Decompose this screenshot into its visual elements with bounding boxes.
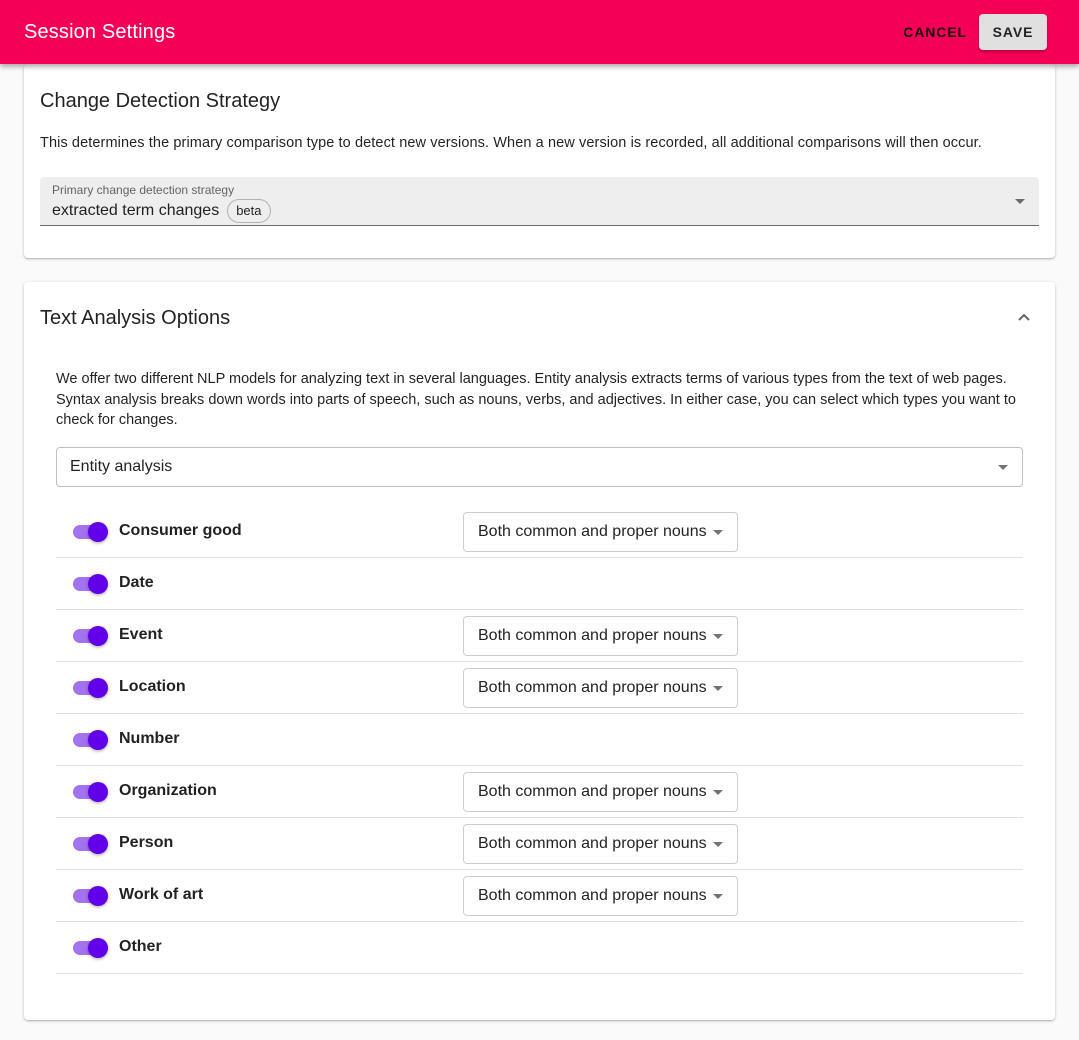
chevron-up-icon[interactable] [1017, 310, 1031, 324]
noun-type-value: Both common and proper nouns [478, 783, 707, 800]
entity-toggle[interactable] [72, 571, 112, 597]
toggle-thumb [88, 522, 108, 542]
entity-row: Person Both common and proper nouns [56, 818, 1023, 870]
entity-row: Organization Both common and proper nouns [56, 766, 1023, 818]
dropdown-arrow-icon [713, 634, 723, 639]
entity-row: Location Both common and proper nouns [56, 662, 1023, 714]
entity-row: Number [56, 714, 1023, 766]
entity-label: Date [119, 574, 154, 591]
dropdown-arrow-icon [713, 530, 723, 535]
noun-type-select[interactable]: Both common and proper nouns [463, 512, 738, 552]
entity-row: Consumer good Both common and proper noun… [56, 506, 1023, 558]
toggle-thumb [88, 834, 108, 854]
dropdown-arrow-icon [713, 790, 723, 795]
dropdown-arrow-icon [713, 686, 723, 691]
entity-row: Date [56, 558, 1023, 610]
beta-badge: beta [227, 199, 271, 223]
noun-type-value: Both common and proper nouns [478, 523, 707, 540]
noun-type-select[interactable]: Both common and proper nouns [463, 824, 738, 864]
toggle-thumb [88, 574, 108, 594]
cancel-button[interactable]: CANCEL [895, 14, 975, 50]
entity-label: Event [119, 626, 163, 643]
entity-row: Other [56, 922, 1023, 974]
detection-strategy-label: Primary change detection strategy [52, 183, 235, 197]
dropdown-arrow-icon [998, 465, 1008, 470]
page-title: Session Settings [24, 20, 176, 43]
noun-type-select[interactable]: Both common and proper nouns [463, 772, 738, 812]
noun-type-value: Both common and proper nouns [478, 835, 707, 852]
entity-toggle[interactable] [72, 727, 112, 753]
change-detection-card: Change Detection Strategy This determine… [24, 64, 1055, 258]
entity-toggle[interactable] [72, 779, 112, 805]
toggle-thumb [88, 730, 108, 750]
entity-label: Number [119, 730, 180, 747]
save-button[interactable]: SAVE [979, 14, 1047, 50]
entity-toggle[interactable] [72, 519, 112, 545]
noun-type-select[interactable]: Both common and proper nouns [463, 616, 738, 656]
entity-label: Location [119, 678, 186, 695]
noun-type-value: Both common and proper nouns [478, 679, 707, 696]
dropdown-arrow-icon [1015, 199, 1025, 204]
text-analysis-description: We offer two different NLP models for an… [56, 371, 1016, 428]
noun-type-value: Both common and proper nouns [478, 887, 707, 904]
detection-strategy-value: extracted term changes [52, 202, 220, 219]
toggle-thumb [88, 626, 108, 646]
noun-type-select[interactable]: Both common and proper nouns [463, 668, 738, 708]
analysis-model-value: Entity analysis [70, 458, 173, 475]
detection-strategy-value-wrap: extracted term changes beta [52, 199, 271, 223]
entity-label: Other [119, 938, 162, 955]
analysis-model-select[interactable]: Entity analysis [56, 447, 1023, 487]
entity-label: Organization [119, 782, 217, 799]
entity-row: Event Both common and proper nouns [56, 610, 1023, 662]
noun-type-select[interactable]: Both common and proper nouns [463, 876, 738, 916]
toggle-thumb [88, 886, 108, 906]
text-analysis-card: Text Analysis Options We offer two diffe… [24, 282, 1055, 1020]
app-bar: Session Settings CANCEL SAVE [0, 0, 1079, 64]
entity-toggle[interactable] [72, 623, 112, 649]
entity-label: Consumer good [119, 522, 242, 539]
detection-strategy-select[interactable]: Primary change detection strategy extrac… [40, 177, 1039, 226]
entity-toggle[interactable] [72, 883, 112, 909]
change-detection-description: This determines the primary comparison t… [40, 135, 982, 151]
dropdown-arrow-icon [713, 842, 723, 847]
entity-type-list: Consumer good Both common and proper noun… [56, 506, 1023, 974]
entity-label: Person [119, 834, 174, 851]
change-detection-title: Change Detection Strategy [40, 90, 281, 112]
entity-label: Work of art [119, 886, 204, 903]
entity-toggle[interactable] [72, 675, 112, 701]
text-analysis-title: Text Analysis Options [40, 307, 231, 329]
entity-toggle[interactable] [72, 935, 112, 961]
dropdown-arrow-icon [713, 894, 723, 899]
toggle-thumb [88, 782, 108, 802]
toggle-thumb [88, 938, 108, 958]
entity-toggle[interactable] [72, 831, 112, 857]
entity-row: Work of art Both common and proper nouns [56, 870, 1023, 922]
toggle-thumb [88, 678, 108, 698]
noun-type-value: Both common and proper nouns [478, 627, 707, 644]
